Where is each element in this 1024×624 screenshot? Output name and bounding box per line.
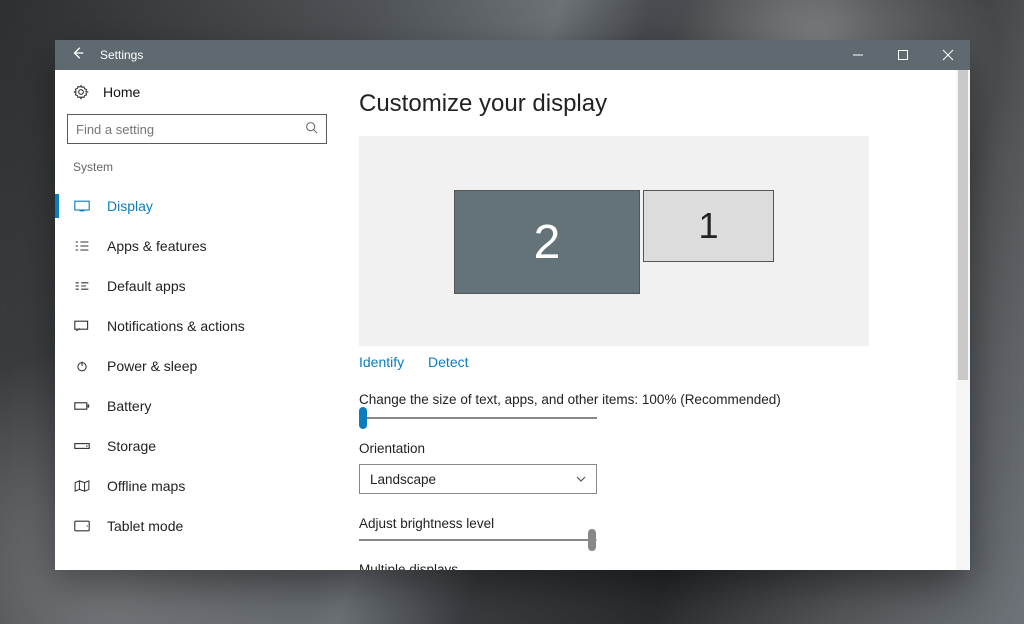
- text-scale-label: Change the size of text, apps, and other…: [359, 392, 946, 407]
- defaults-icon: [73, 280, 91, 292]
- nav-label: Tablet mode: [107, 518, 183, 534]
- map-icon: [73, 480, 91, 492]
- nav-label: Display: [107, 198, 153, 214]
- power-icon: [73, 360, 91, 372]
- brightness-label: Adjust brightness level: [359, 516, 946, 531]
- close-button[interactable]: [925, 40, 970, 70]
- window-title: Settings: [100, 48, 143, 62]
- nav-label: Battery: [107, 398, 151, 414]
- minimize-button[interactable]: [835, 40, 880, 70]
- gear-icon: [73, 84, 89, 100]
- nav-offline-maps[interactable]: Offline maps: [55, 466, 339, 506]
- vertical-scrollbar[interactable]: [956, 70, 970, 570]
- settings-window: Settings Home Sy: [55, 40, 970, 570]
- back-button[interactable]: [55, 40, 100, 70]
- identify-link[interactable]: Identify: [359, 354, 404, 370]
- orientation-label: Orientation: [359, 441, 946, 456]
- nav-tablet-mode[interactable]: Tablet mode: [55, 506, 339, 546]
- search-settings[interactable]: [67, 114, 327, 144]
- nav-label: Power & sleep: [107, 358, 197, 374]
- tablet-icon: [73, 520, 91, 532]
- nav-label: Default apps: [107, 278, 186, 294]
- nav-label: Offline maps: [107, 478, 185, 494]
- detect-link[interactable]: Detect: [428, 354, 468, 370]
- scrollbar-thumb[interactable]: [958, 70, 968, 380]
- battery-icon: [73, 400, 91, 412]
- settings-main: Customize your display 2 1 Identify Dete…: [339, 70, 970, 570]
- monitor-icon: [73, 200, 91, 212]
- nav-label: Apps & features: [107, 238, 207, 254]
- nav-notifications[interactable]: Notifications & actions: [55, 306, 339, 346]
- nav-apps-features[interactable]: Apps & features: [55, 226, 339, 266]
- nav-display[interactable]: Display: [55, 186, 339, 226]
- page-title: Customize your display: [359, 90, 946, 118]
- search-input[interactable]: [76, 122, 305, 137]
- monitor-1[interactable]: 1: [643, 190, 774, 262]
- monitor-2[interactable]: 2: [454, 190, 640, 294]
- slider-thumb[interactable]: [359, 407, 367, 429]
- orientation-select[interactable]: Landscape: [359, 464, 597, 494]
- nav-power-sleep[interactable]: Power & sleep: [55, 346, 339, 386]
- display-arrangement[interactable]: 2 1: [359, 136, 869, 346]
- chevron-down-icon: [576, 473, 586, 485]
- nav-label: Notifications & actions: [107, 318, 245, 334]
- orientation-value: Landscape: [370, 472, 436, 487]
- storage-icon: [73, 440, 91, 452]
- nav-storage[interactable]: Storage: [55, 426, 339, 466]
- settings-sidebar: Home System Display Apps & features: [55, 70, 339, 570]
- maximize-button[interactable]: [880, 40, 925, 70]
- home-button[interactable]: Home: [55, 84, 339, 114]
- notifications-icon: [73, 320, 91, 332]
- text-scale-slider[interactable]: [359, 417, 597, 419]
- home-label: Home: [103, 84, 140, 100]
- display-actions: Identify Detect: [359, 354, 946, 370]
- nav-label: Storage: [107, 438, 156, 454]
- window-titlebar: Settings: [55, 40, 970, 70]
- search-icon: [305, 121, 318, 137]
- nav-list: Display Apps & features Default apps Not…: [55, 186, 339, 546]
- nav-default-apps[interactable]: Default apps: [55, 266, 339, 306]
- nav-heading: System: [55, 160, 339, 186]
- slider-thumb[interactable]: [588, 529, 596, 551]
- nav-battery[interactable]: Battery: [55, 386, 339, 426]
- brightness-slider[interactable]: [359, 539, 597, 541]
- multiple-displays-label: Multiple displays: [359, 561, 946, 570]
- list-icon: [73, 240, 91, 252]
